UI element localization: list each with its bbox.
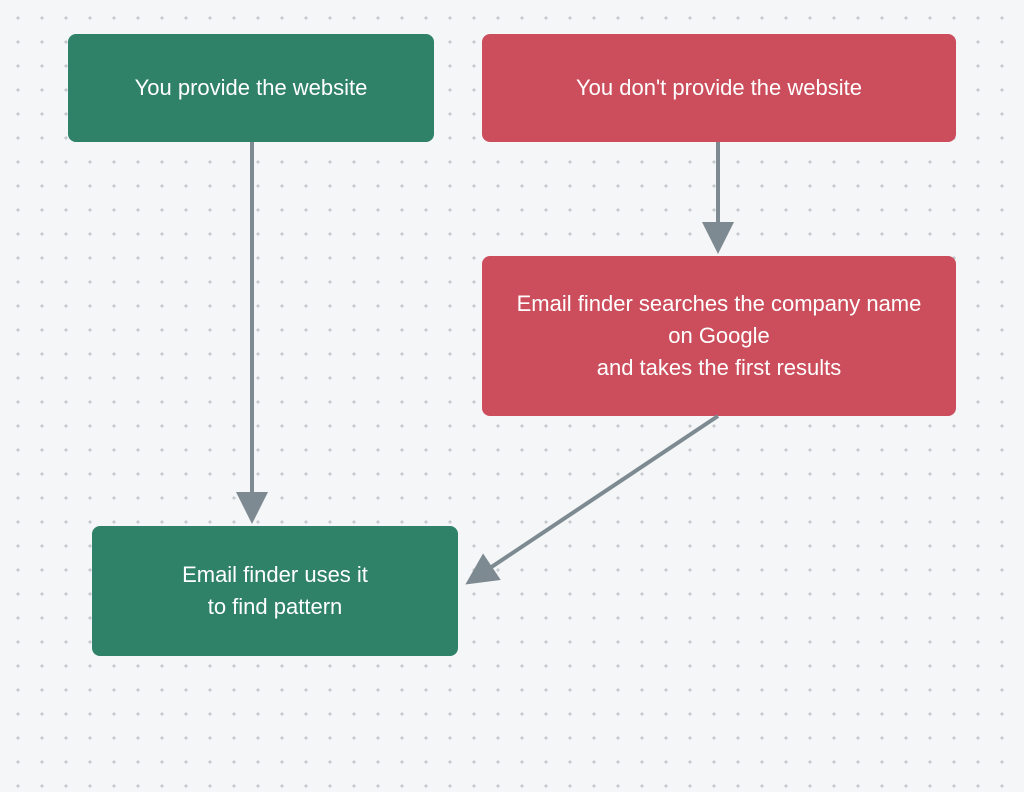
- node-label: Email finder searches the company name o…: [506, 288, 932, 384]
- node-label: Email finder uses itto find pattern: [182, 559, 368, 623]
- node-not-provide-website: You don't provide the website: [482, 34, 956, 142]
- node-provide-website: You provide the website: [68, 34, 434, 142]
- node-label: You provide the website: [135, 72, 368, 104]
- node-label: You don't provide the website: [576, 72, 862, 104]
- node-find-pattern: Email finder uses itto find pattern: [92, 526, 458, 656]
- edge-search-to-pattern: [472, 416, 718, 580]
- node-search-google: Email finder searches the company name o…: [482, 256, 956, 416]
